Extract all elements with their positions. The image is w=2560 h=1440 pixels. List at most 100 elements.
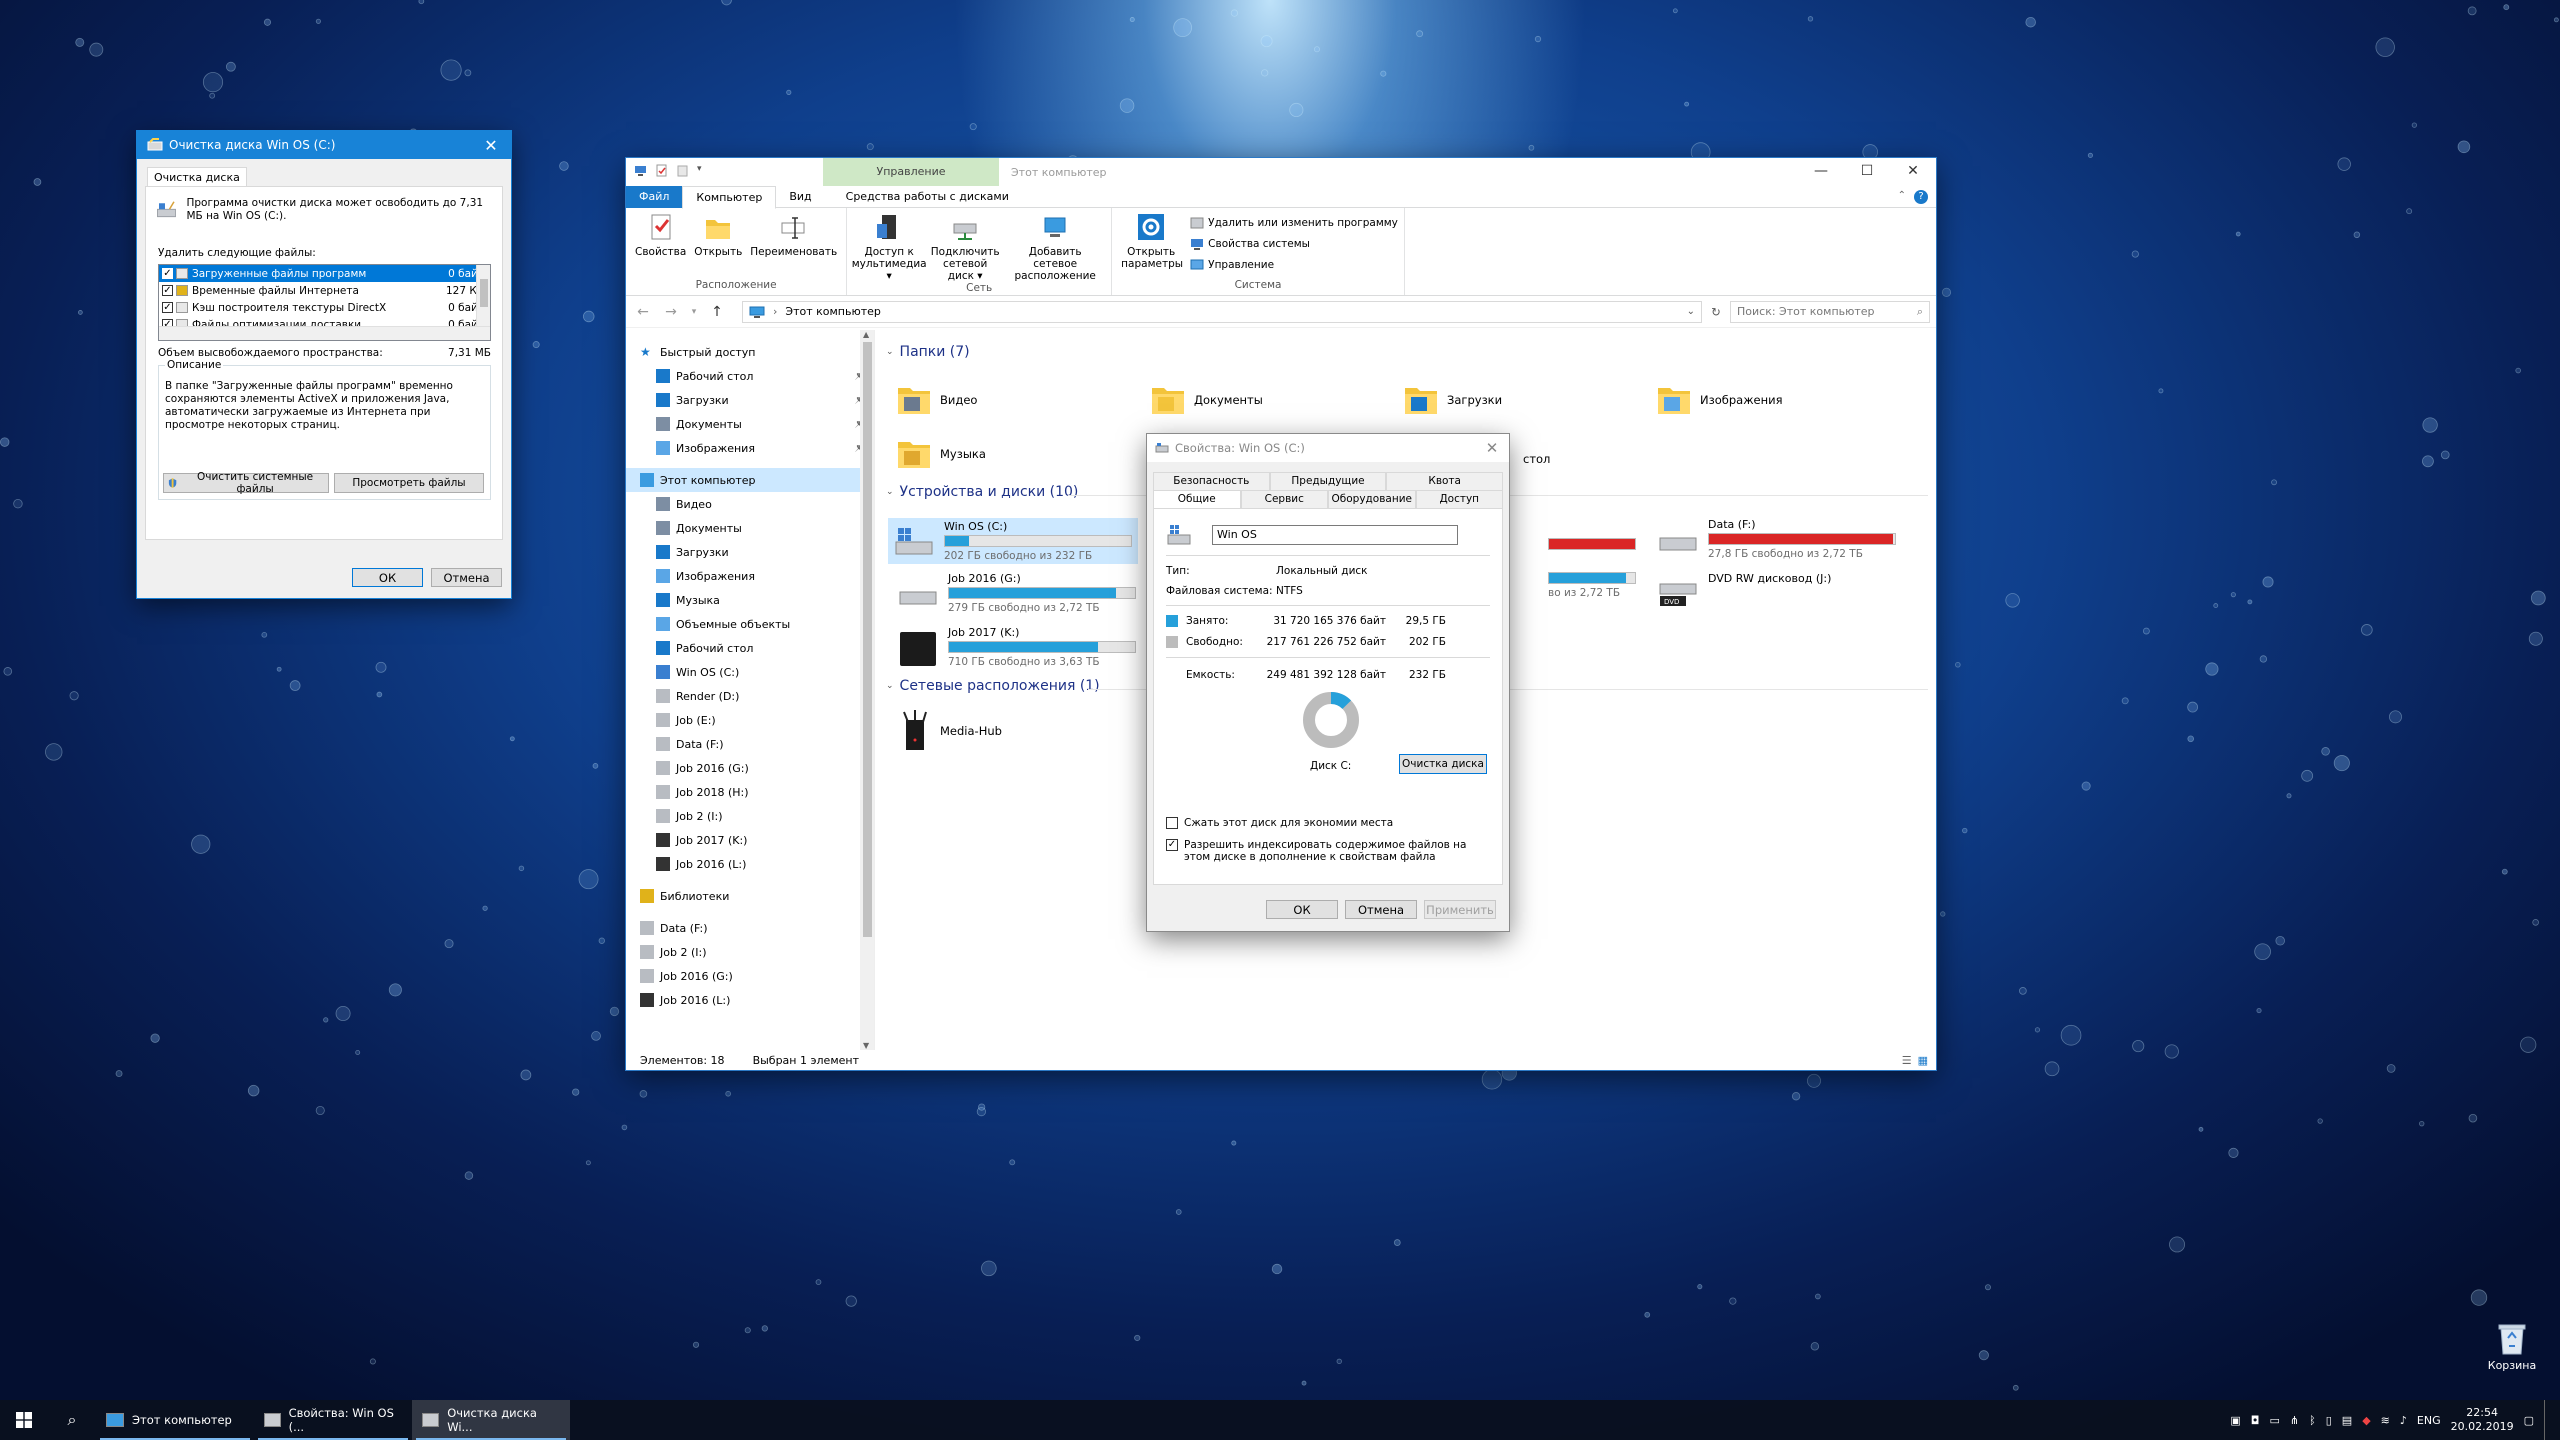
language-indicator[interactable]: ENG [2417,1414,2441,1427]
nav-item[interactable]: Документы [626,516,874,540]
nav-item[interactable]: Job (E:) [626,708,874,732]
tray-shield-icon[interactable]: ◆ [2362,1414,2370,1427]
nav-scrollbar-thumb[interactable] [863,342,872,937]
compress-option[interactable]: Сжать этот диск для экономии места [1166,817,1393,829]
clean-system-files-button[interactable]: Очистить системные файлы [163,471,329,495]
properties-titlebar[interactable]: Свойства: Win OS (C:) ✕ [1147,434,1509,462]
nav-item[interactable]: Job 2017 (K:) [626,828,874,852]
file-list-item[interactable]: ✓ Загруженные файлы программ 0 байт [159,265,490,282]
rename-button[interactable]: Переименовать [747,212,840,258]
tray-app-icon[interactable]: ◘ [2251,1414,2260,1427]
nav-item[interactable]: Job 2016 (G:) [626,964,874,988]
file-checkbox[interactable]: ✓ [162,302,173,313]
drive-item[interactable]: Data (F:) 27,8 ГБ свободно из 2,72 ТБ [1656,518,1896,560]
drive-item[interactable]: Job 2017 (K:) 710 ГБ свободно из 3,63 ТБ [896,626,1136,668]
tray-monitor-icon[interactable]: ▭ [2269,1414,2279,1427]
recycle-bin-desktop-icon[interactable]: Корзина [2484,1320,2540,1372]
tray-app-icon[interactable]: ▣ [2230,1414,2240,1427]
manage-button[interactable]: Управление [1190,254,1398,275]
breadcrumb[interactable]: Этот компьютер [785,305,881,318]
tray-bluetooth-icon[interactable]: ᛒ [2309,1414,2316,1427]
network-item-media-hub[interactable]: Media-Hub [896,710,1002,752]
nav-item[interactable]: Видео [626,492,874,516]
refresh-icon[interactable]: ↻ [1708,305,1724,319]
apply-button[interactable]: Применить [1424,900,1496,919]
nav-item[interactable]: Изображения [626,564,874,588]
system-properties-button[interactable]: Свойства системы [1190,233,1398,254]
close-button[interactable]: ✕ [1890,158,1936,186]
tab-file[interactable]: Файл [626,185,683,208]
nav-item[interactable]: Загрузки [626,540,874,564]
search-input[interactable]: Поиск: Этот компьютер ⌕ [1730,300,1930,323]
nav-item[interactable]: Render (D:) [626,684,874,708]
files-list-scrollbar[interactable] [476,265,490,326]
forward-button[interactable]: → [660,304,682,320]
nav-item[interactable]: Изображения📌 [626,436,874,460]
show-desktop-button[interactable] [2544,1400,2548,1440]
drive-item[interactable]: DVD DVD RW дисковод (J:) [1656,572,1831,614]
nav-item[interactable]: Job 2 (I:) [626,940,874,964]
files-list-scrollbar-thumb[interactable] [480,279,488,307]
ok-button[interactable]: ОК [1266,900,1338,919]
file-list-item[interactable]: ✓ Кэш построителя текстуры DirectX 0 байт [159,299,490,316]
folder-item-desktop-partial[interactable]: стол [1523,452,1550,466]
tray-network-icon[interactable]: ⋔ [2290,1414,2299,1427]
folders-group-header[interactable]: ⌄ Папки (7) [886,344,970,360]
file-checkbox[interactable]: ✓ [162,268,173,279]
network-group-header[interactable]: ⌄ Сетевые расположения (1) [886,678,1100,694]
files-list[interactable]: ✓ Загруженные файлы программ 0 байт ✓ Времен… [158,264,491,341]
cancel-button[interactable]: Отмена [1345,900,1417,919]
drive-item[interactable]: Job 2016 (G:) 279 ГБ свободно из 2,72 ТБ [896,572,1136,614]
nav-item[interactable]: Data (F:) [626,732,874,756]
file-checkbox[interactable]: ✓ [162,285,173,296]
start-button[interactable] [0,1400,48,1440]
tab-computer[interactable]: Компьютер [682,185,777,209]
tiles-view-icon[interactable]: ▦ [1918,1054,1928,1067]
properties-tab[interactable]: Предыдущие версии [1269,472,1387,504]
properties-button[interactable]: Свойства [632,212,689,258]
nav-scrollbar[interactable]: ▲ ▼ [860,330,874,1050]
details-view-icon[interactable]: ☰ [1902,1054,1912,1067]
drive-item[interactable]: Win OS (C:) 202 ГБ свободно из 232 ГБ [888,518,1138,564]
nav-item[interactable]: Документы📌 [626,412,874,436]
folder-item[interactable]: Музыка [896,436,986,472]
tab-disk-tools[interactable]: Средства работы с дисками [833,186,1022,208]
taskbar-app-button[interactable]: Свойства: Win OS (... [254,1400,412,1440]
minimize-button[interactable]: — [1798,158,1844,186]
recent-locations-button[interactable]: ▾ [688,307,700,317]
drives-group-header[interactable]: ⌄ Устройства и диски (10) [886,484,1078,500]
drive-item-partial[interactable] [1548,536,1636,553]
index-option[interactable]: ✓ Разрешить индексировать содержимое файл… [1166,839,1486,863]
view-files-button[interactable]: Просмотреть файлы [334,473,484,493]
wifi-icon[interactable]: ≋ [2381,1414,2390,1427]
up-button[interactable]: ↑ [706,304,728,320]
action-center-icon[interactable]: ▢ [2524,1414,2534,1427]
clock[interactable]: 22:54 20.02.2019 [2451,1406,2514,1434]
close-button[interactable]: ✕ [471,131,511,159]
properties-tab[interactable]: Оборудование [1328,490,1416,508]
tab-view[interactable]: Вид [776,186,824,208]
nav-item[interactable]: Job 2 (I:) [626,804,874,828]
back-button[interactable]: ← [632,304,654,320]
disk-cleanup-titlebar[interactable]: Очистка диска Win OS (C:) ✕ [137,131,511,159]
nav-item[interactable]: Job 2018 (H:) [626,780,874,804]
nav-item[interactable]: Job 2016 (L:) [626,988,874,1012]
tray-chip-icon[interactable]: ▤ [2342,1414,2352,1427]
media-access-button[interactable]: Доступ к мультимедиа ▾ [852,212,927,282]
properties-tab[interactable]: Безопасность [1153,472,1270,490]
folder-item[interactable]: Документы [1150,382,1263,418]
customize-arrow-icon[interactable]: ▾ [697,164,710,177]
uninstall-program-button[interactable]: Удалить или изменить программу [1190,212,1398,233]
folder-item[interactable]: Изображения [1656,382,1783,418]
file-list-item[interactable]: ✓ Временные файлы Интернета 127 КБ [159,282,490,299]
nav-item[interactable]: Этот компьютер [626,468,874,492]
volume-icon[interactable]: ♪ [2400,1414,2407,1427]
compress-checkbox[interactable] [1166,817,1178,829]
files-list-hscrollbar[interactable] [159,326,490,340]
properties-tab[interactable]: Сервис [1240,490,1328,508]
nav-item[interactable]: Рабочий стол📌 [626,364,874,388]
nav-item[interactable]: Библиотеки [626,884,874,908]
properties-small-icon[interactable] [655,164,668,177]
search-button[interactable]: ⌕ [48,1400,96,1440]
taskbar-app-button[interactable]: Этот компьютер [96,1400,254,1440]
